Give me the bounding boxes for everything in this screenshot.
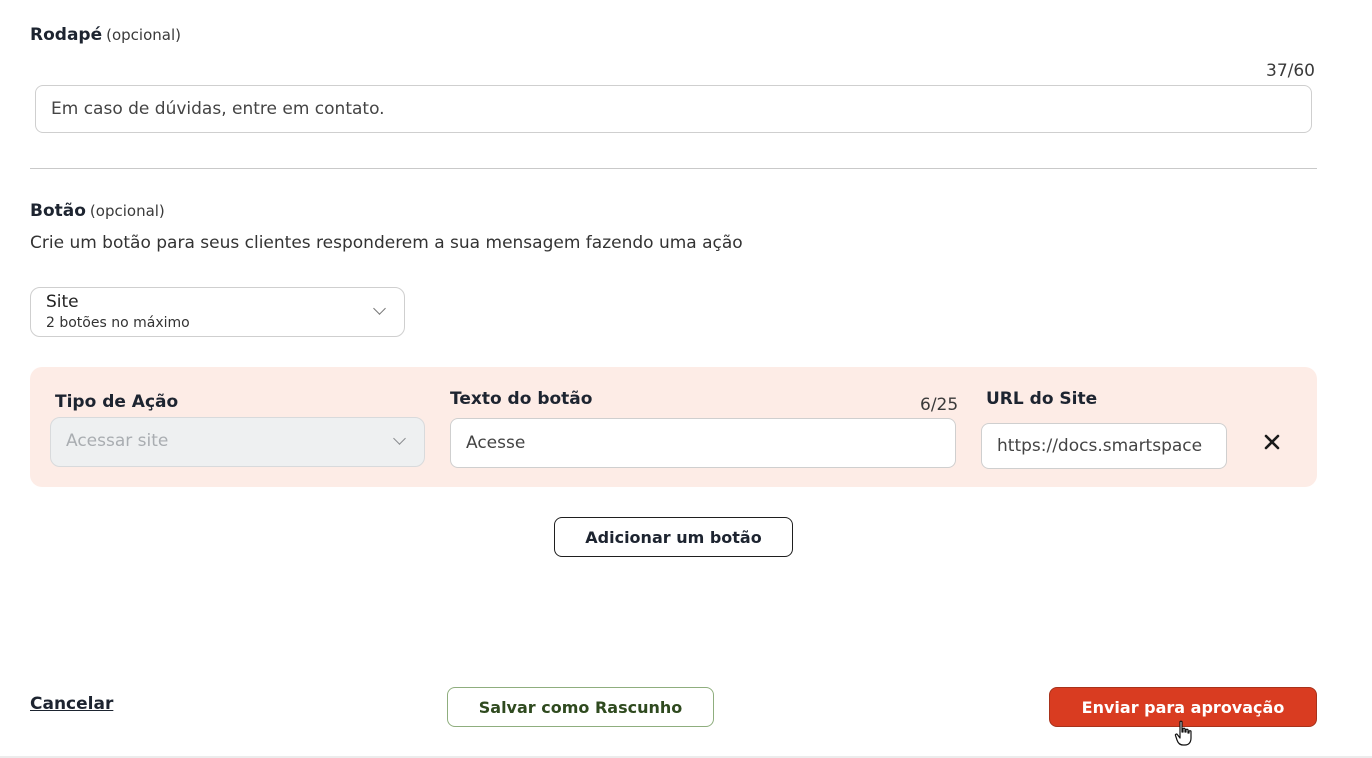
button-section-description: Crie um botão para seus clientes respond… xyxy=(30,233,743,253)
footer-label: Rodapé (opcional) xyxy=(30,25,181,45)
footer-input-value: Em caso de dúvidas, entre em contato. xyxy=(51,99,385,119)
footer-input[interactable]: Em caso de dúvidas, entre em contato. xyxy=(35,85,1312,133)
section-divider xyxy=(30,168,1317,169)
button-type-hint: 2 botões no máximo xyxy=(46,315,190,331)
button-text-value: Acesse xyxy=(466,433,526,453)
message-template-form: Rodapé (opcional) 37/60 Em caso de dúvida… xyxy=(0,0,1372,758)
action-type-label: Tipo de Ação xyxy=(55,392,179,412)
hand-pointer-icon xyxy=(1174,720,1192,746)
action-type-select: Acessar site xyxy=(50,417,425,467)
save-draft-button[interactable]: Salvar como Rascunho xyxy=(447,687,714,727)
close-icon[interactable] xyxy=(1262,431,1282,453)
button-text-char-counter: 6/25 xyxy=(920,395,959,415)
cancel-link[interactable]: Cancelar xyxy=(30,694,113,714)
footer-optional-tag: (opcional) xyxy=(106,26,181,44)
chevron-down-icon xyxy=(393,432,406,445)
button-type-value: Site xyxy=(46,292,79,312)
action-type-placeholder: Acessar site xyxy=(66,431,169,451)
button-text-input[interactable]: Acesse xyxy=(450,418,956,468)
site-url-input[interactable]: https://docs.smartspace xyxy=(981,423,1227,469)
site-url-label: URL do Site xyxy=(986,389,1098,409)
add-button-button[interactable]: Adicionar um botão xyxy=(554,517,793,557)
chevron-down-icon xyxy=(373,302,386,315)
button-type-select[interactable]: Site 2 botões no máximo xyxy=(30,287,405,337)
button-section-label: Botão (opcional) xyxy=(30,201,165,221)
button-optional-tag: (opcional) xyxy=(89,202,165,220)
footer-char-counter: 37/60 xyxy=(1266,61,1315,81)
button-text-label: Texto do botão xyxy=(450,389,593,409)
site-url-value: https://docs.smartspace xyxy=(997,436,1203,456)
